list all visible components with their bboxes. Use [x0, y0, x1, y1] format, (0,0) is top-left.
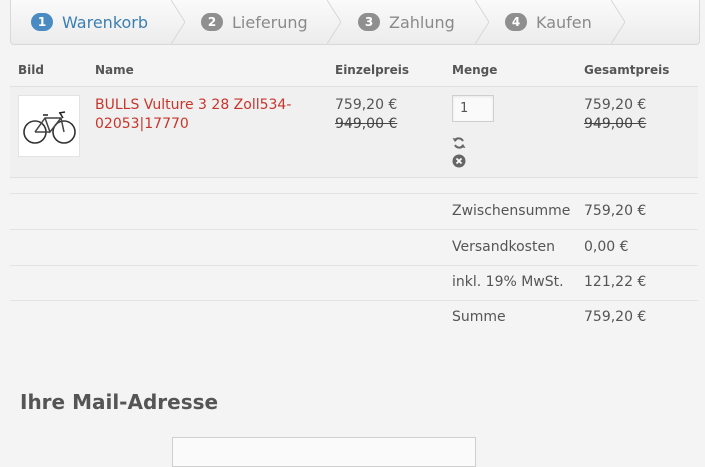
summary-subtotal-row: Zwischensumme 759,20 € [10, 194, 698, 230]
step-number-badge: 2 [201, 13, 223, 31]
step-number-badge: 4 [505, 13, 527, 31]
header-image: Bild [18, 63, 44, 77]
step-label: Warenkorb [62, 12, 149, 32]
shipping-value: 0,00 € [584, 239, 629, 255]
step-label: Kaufen [536, 12, 592, 32]
bicycle-image [23, 111, 76, 144]
header-total-price: Gesamtpreis [584, 63, 670, 77]
table-divider [10, 177, 698, 194]
summary-total-row: Summe 759,20 € [10, 300, 698, 335]
header-unit-price: Einzelpreis [335, 63, 409, 77]
subtotal-value: 759,20 € [584, 203, 647, 219]
step-number-badge: 1 [31, 13, 53, 31]
step-separator [475, 0, 489, 44]
product-thumbnail[interactable] [18, 95, 80, 157]
remove-icon[interactable] [452, 154, 466, 168]
unit-price: 759,20 € [335, 97, 398, 113]
step-kaufen[interactable]: 4 Kaufen [505, 0, 592, 44]
cart-table-header: Bild Name Einzelpreis Menge Gesamtpreis [10, 54, 698, 86]
step-warenkorb[interactable]: 1 Warenkorb [31, 0, 148, 44]
step-lieferung[interactable]: 2 Lieferung [201, 0, 308, 44]
step-separator [611, 0, 625, 44]
product-name-link[interactable]: BULLS Vulture 3 28 Zoll534-02053|17770 [95, 96, 295, 134]
unit-price-cell: 759,20 € 949,00 € [335, 96, 397, 134]
header-quantity: Menge [452, 63, 498, 77]
header-name: Name [95, 63, 134, 77]
total-value: 759,20 € [584, 309, 647, 325]
vat-value: 121,22 € [584, 274, 647, 290]
total-price: 759,20 € [584, 97, 647, 113]
step-label: Zahlung [389, 12, 455, 32]
step-separator [327, 0, 341, 44]
quantity-input[interactable] [452, 95, 494, 122]
vat-label: inkl. 19% MwSt. [452, 274, 564, 290]
refresh-icon[interactable] [452, 136, 466, 150]
email-field[interactable] [172, 437, 476, 467]
summary-vat-row: inkl. 19% MwSt. 121,22 € [10, 265, 698, 301]
subtotal-label: Zwischensumme [452, 203, 571, 219]
summary-shipping-row: Versandkosten 0,00 € [10, 230, 698, 266]
shipping-label: Versandkosten [452, 239, 555, 255]
step-separator [171, 0, 185, 44]
unit-price-old: 949,00 € [335, 116, 398, 132]
step-zahlung[interactable]: 3 Zahlung [358, 0, 455, 44]
cart-item-row: BULLS Vulture 3 28 Zoll534-02053|17770 7… [10, 86, 698, 178]
total-label: Summe [452, 309, 506, 325]
total-price-cell: 759,20 € 949,00 € [584, 96, 646, 134]
mail-section-heading: Ihre Mail-Adresse [20, 390, 219, 414]
total-price-old: 949,00 € [584, 116, 647, 132]
step-label: Lieferung [232, 12, 308, 32]
checkout-steps: 1 Warenkorb 2 Lieferung 3 Zahlung 4 Kauf… [10, 0, 700, 45]
step-number-badge: 3 [358, 13, 380, 31]
